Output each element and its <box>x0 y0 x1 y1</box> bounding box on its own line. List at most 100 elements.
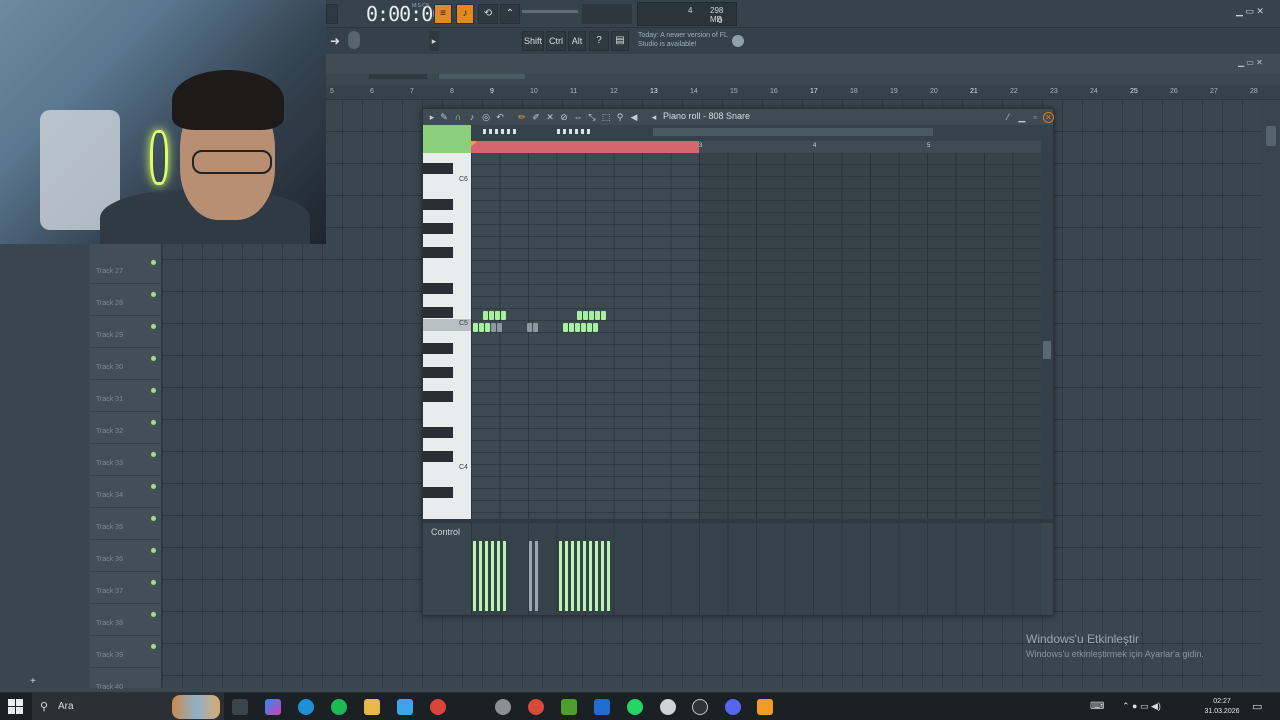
fl-studio-icon[interactable] <box>757 699 773 715</box>
pencil-icon[interactable]: ✏ <box>517 112 527 122</box>
black-key[interactable] <box>423 223 453 234</box>
midi-note[interactable] <box>583 311 588 320</box>
obs-icon[interactable] <box>692 699 708 715</box>
velocity-bar[interactable] <box>485 541 488 611</box>
playlist-vertical-scrollbar[interactable] <box>1262 100 1280 688</box>
wrench-icon[interactable]: ✎ <box>439 112 449 122</box>
track-row[interactable]: Track 29 <box>90 316 162 348</box>
alt-button[interactable]: Alt <box>568 31 586 51</box>
search-highlight-image[interactable] <box>172 695 220 719</box>
app-icon[interactable] <box>660 699 676 715</box>
playlist-window-controls[interactable]: ▁ ▭ ✕ <box>1238 58 1263 67</box>
store-icon[interactable] <box>397 699 413 715</box>
notification-icon[interactable]: ▭ <box>1252 700 1262 713</box>
midi-note[interactable] <box>595 311 600 320</box>
ctrl-button[interactable]: Ctrl <box>546 31 566 51</box>
discord-icon[interactable] <box>725 699 741 715</box>
metronome-icon[interactable]: ⟲ <box>478 4 498 24</box>
velocity-bar[interactable] <box>571 541 574 611</box>
velocity-bar[interactable] <box>577 541 580 611</box>
midi-note[interactable] <box>601 311 606 320</box>
track-row[interactable]: Track 34 <box>90 476 162 508</box>
track-mute-led[interactable] <box>151 612 156 617</box>
window-controls[interactable]: ▁ ▭ ✕ <box>1236 6 1264 17</box>
velocity-bar[interactable] <box>559 541 562 611</box>
playback-tool-icon[interactable]: ◀ <box>629 112 639 122</box>
arrow-icon[interactable]: ➜ <box>330 34 340 48</box>
velocity-bar[interactable] <box>503 541 506 611</box>
black-key[interactable] <box>423 163 453 174</box>
velocity-bar[interactable] <box>535 541 538 611</box>
playlist-ruler[interactable]: 5 6 7 8 9 10 11 12 13 14 15 16 17 18 19 … <box>326 86 1280 100</box>
black-key[interactable] <box>423 343 453 354</box>
black-key[interactable] <box>423 367 453 378</box>
piano-roll-vertical-scrollbar[interactable] <box>1041 145 1053 519</box>
scrollbar-thumb[interactable] <box>1043 341 1051 359</box>
prev-pattern-icon[interactable]: ▸ <box>429 31 439 51</box>
black-key[interactable] <box>423 391 453 402</box>
midi-note[interactable] <box>485 323 490 332</box>
midi-note[interactable] <box>563 323 568 332</box>
loop-icon[interactable]: ◎ <box>481 112 491 122</box>
app-icon[interactable] <box>528 699 544 715</box>
brush-icon[interactable]: ✐ <box>531 112 541 122</box>
piano-roll-window[interactable]: ▸ ✎ ∩ ♪ ◎ ↶ ✏ ✐ ✕ ⊘ ⇔ ⤡ ⬚ ⚲ ◀ ◂ Piano ro… <box>422 108 1054 616</box>
midi-note[interactable] <box>589 311 594 320</box>
midi-note[interactable] <box>473 323 478 332</box>
velocity-bar[interactable] <box>601 541 604 611</box>
midi-note[interactable] <box>491 323 496 332</box>
track-mute-led[interactable] <box>151 548 156 553</box>
playhead-marker-icon[interactable] <box>471 141 477 147</box>
menu-button[interactable] <box>326 4 338 24</box>
help-icon[interactable]: ? <box>589 31 609 51</box>
minimize-icon[interactable]: ▁ <box>1017 112 1027 122</box>
track-row[interactable]: Track 28 <box>90 284 162 316</box>
magnet-icon[interactable]: ∩ <box>453 112 463 122</box>
piano-roll-title[interactable]: Piano roll - 808 Snare <box>663 111 750 121</box>
piano-keyboard[interactable]: C6 C5 C4 <box>423 153 471 519</box>
whatsapp-icon[interactable] <box>627 699 643 715</box>
add-icon[interactable]: + <box>30 676 36 687</box>
black-key[interactable] <box>423 283 453 294</box>
loop-region[interactable] <box>471 141 699 153</box>
track-mute-led[interactable] <box>151 452 156 457</box>
app-icon[interactable] <box>495 699 511 715</box>
midi-note[interactable] <box>483 311 488 320</box>
black-key[interactable] <box>423 427 453 438</box>
track-row[interactable]: Track 38 <box>90 604 162 636</box>
menu-arrow-icon[interactable]: ▸ <box>427 112 437 122</box>
minecraft-icon[interactable] <box>561 699 577 715</box>
track-mute-led[interactable] <box>151 516 156 521</box>
midi-note[interactable] <box>533 323 538 332</box>
midi-note[interactable] <box>501 311 506 320</box>
midi-note[interactable] <box>479 323 484 332</box>
velocity-bar[interactable] <box>479 541 482 611</box>
edge-icon[interactable] <box>298 699 314 715</box>
track-row[interactable]: Track 31 <box>90 380 162 412</box>
velocity-lane[interactable] <box>471 523 1041 615</box>
midi-note[interactable] <box>495 311 500 320</box>
wait-input-icon[interactable]: ⌃ <box>500 4 520 24</box>
delete-tool-icon[interactable]: ✕ <box>545 112 555 122</box>
mute-tool-icon[interactable]: ⊘ <box>559 112 569 122</box>
keyboard-icon[interactable]: ⌨ <box>1090 701 1104 712</box>
overview-scroll[interactable] <box>653 128 933 136</box>
tempo-icon[interactable]: ♪ <box>456 4 474 24</box>
undo-icon[interactable]: ↶ <box>495 112 505 122</box>
track-row[interactable]: Track 39 <box>90 636 162 668</box>
track-mute-led[interactable] <box>151 420 156 425</box>
scrollbar-thumb[interactable] <box>1266 126 1276 146</box>
tray-icons[interactable]: ⌃ ● ▭ ◀) <box>1122 701 1161 712</box>
track-row[interactable]: Track 37 <box>90 572 162 604</box>
copilot-icon[interactable] <box>265 699 281 715</box>
track-row[interactable]: Track 36 <box>90 540 162 572</box>
shift-button[interactable]: Shift <box>522 31 544 51</box>
track-row[interactable]: Track 33 <box>90 444 162 476</box>
track-mute-led[interactable] <box>151 292 156 297</box>
velocity-bar[interactable] <box>583 541 586 611</box>
slip-tool-icon[interactable]: ⇔ <box>573 112 583 122</box>
track-mute-led[interactable] <box>151 484 156 489</box>
midi-note[interactable] <box>575 323 580 332</box>
taskbar-search[interactable]: ⚲ Ara <box>32 693 224 720</box>
track-mute-led[interactable] <box>151 580 156 585</box>
